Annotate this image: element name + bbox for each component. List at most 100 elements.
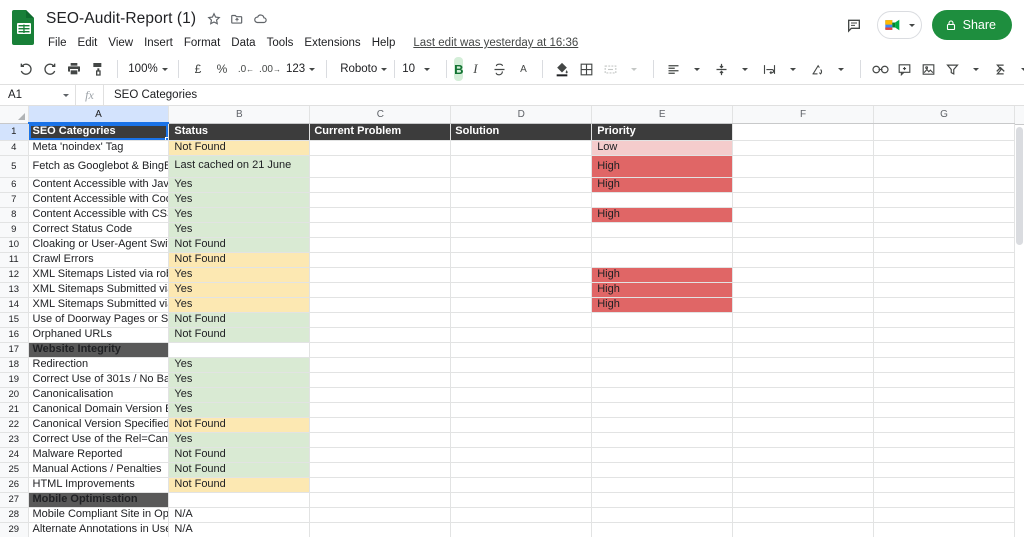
grid-cell[interactable]: Yes [168,207,311,223]
grid-cell[interactable] [450,140,593,156]
grid-cell[interactable] [309,207,452,223]
grid-cell[interactable] [309,447,452,463]
grid-cell[interactable] [591,312,734,328]
horizontal-align-dropdown-icon[interactable] [685,57,709,81]
grid-cell[interactable]: Not Found [168,237,311,253]
grid-cell[interactable] [732,140,875,156]
row-header[interactable]: 26 [0,477,29,493]
grid-cell[interactable] [591,477,734,493]
grid-cell[interactable]: Yes [168,282,311,298]
grid-cell[interactable]: Alternate Annotations in Use for Separat… [28,522,170,537]
grid-cell[interactable]: Yes [168,372,311,388]
grid-cell[interactable] [450,477,593,493]
grid-cell[interactable] [591,327,734,343]
row-header[interactable]: 23 [0,432,29,448]
grid-cell[interactable] [450,387,593,403]
document-title[interactable]: SEO-Audit-Report (1) [46,10,196,28]
grid-cell[interactable]: High [591,207,734,223]
grid-cell[interactable]: Not Found [168,312,311,328]
grid-cell[interactable]: Yes [168,432,311,448]
percent-format-button[interactable]: % [210,57,234,81]
grid-cell[interactable] [732,267,875,283]
grid-cell[interactable]: Yes [168,402,311,418]
grid-cell[interactable] [873,432,1015,448]
grid-cell[interactable]: N/A [168,522,311,537]
grid-cell[interactable] [309,252,452,268]
grid-cell[interactable]: Content Accessible with JavaScript Disab… [28,177,170,193]
row-header[interactable]: 29 [0,522,29,537]
grid-cell[interactable] [873,192,1015,208]
grid-cell[interactable] [873,522,1015,537]
formula-input[interactable]: SEO Categories [104,85,1024,105]
grid-cell[interactable] [732,252,875,268]
menu-data[interactable]: Data [226,35,261,51]
grid-cell[interactable]: Cloaking or User-Agent Switching [28,237,170,253]
selection-handle[interactable] [165,136,168,139]
grid-cell[interactable]: Yes [168,192,311,208]
grid-cell[interactable]: Content Accessible with Cookies Disabled [28,192,170,208]
grid-cell[interactable] [450,282,593,298]
grid-cell[interactable] [873,462,1015,478]
grid-cell[interactable]: Not Found [168,140,311,156]
row-header[interactable]: 17 [0,342,29,358]
grid-cell[interactable] [732,155,875,178]
column-header-f[interactable]: F [732,106,875,124]
vertical-align-dropdown-icon[interactable] [733,57,757,81]
row-header[interactable]: 6 [0,177,29,193]
link-icon[interactable] [868,57,892,81]
row-header[interactable]: 24 [0,447,29,463]
google-meet-button[interactable] [876,11,922,39]
grid-cell[interactable]: Low [591,140,734,156]
grid-cell[interactable]: Website Integrity [28,342,170,358]
grid-cell[interactable] [309,357,452,373]
grid-cell[interactable] [450,357,593,373]
grid-cell[interactable] [309,192,452,208]
grid-cell[interactable]: Orphaned URLs [28,327,170,343]
decrease-decimal-button[interactable]: .0 ← [234,57,258,81]
menu-format[interactable]: Format [179,35,226,51]
grid-cell[interactable] [732,522,875,537]
grid-cell[interactable] [309,327,452,343]
row-header[interactable]: 5 [0,155,29,178]
vertical-scrollbar-thumb[interactable] [1016,127,1023,245]
menu-extensions[interactable]: Extensions [299,35,366,51]
grid-cell[interactable] [450,267,593,283]
grid-cell[interactable] [309,522,452,537]
grid-cell[interactable]: Correct Use of the Rel=Canonical Tag [28,432,170,448]
grid-cell[interactable] [873,447,1015,463]
grid-cell[interactable]: XML Sitemaps Listed via robots.txt [28,267,170,283]
grid-cell[interactable] [732,417,875,433]
grid-cell[interactable] [591,522,734,537]
grid-cell[interactable] [591,237,734,253]
column-header-b[interactable]: B [168,106,311,124]
grid-cell[interactable] [873,222,1015,238]
grid-cell[interactable] [873,252,1015,268]
redo-icon[interactable] [38,57,62,81]
grid-cell[interactable]: Last cached on 21 June [168,155,311,178]
share-button[interactable]: Share [931,10,1012,40]
italic-button[interactable]: I [463,57,487,81]
grid-cell[interactable] [450,312,593,328]
grid-cell[interactable] [591,402,734,418]
grid-cell[interactable] [450,327,593,343]
grid-cell[interactable] [591,192,734,208]
grid-cell[interactable] [450,447,593,463]
grid-cell[interactable] [732,327,875,343]
grid-cell[interactable] [732,282,875,298]
font-size-dropdown-icon[interactable] [415,57,439,81]
grid-cell[interactable] [450,222,593,238]
row-header[interactable]: 14 [0,297,29,313]
grid-cell[interactable]: XML Sitemaps Submitted via Google Search… [28,282,170,298]
grid-cell[interactable] [309,282,452,298]
filter-dropdown-icon[interactable] [964,57,988,81]
grid-cell[interactable] [732,192,875,208]
row-header[interactable]: 19 [0,372,29,388]
grid-cell[interactable] [309,312,452,328]
grid-cell[interactable] [450,417,593,433]
undo-icon[interactable] [14,57,38,81]
grid-cell[interactable] [591,252,734,268]
grid-cell[interactable]: Yes [168,222,311,238]
grid-cell[interactable] [591,387,734,403]
grid-cell[interactable] [591,492,734,508]
grid-cell[interactable] [873,372,1015,388]
